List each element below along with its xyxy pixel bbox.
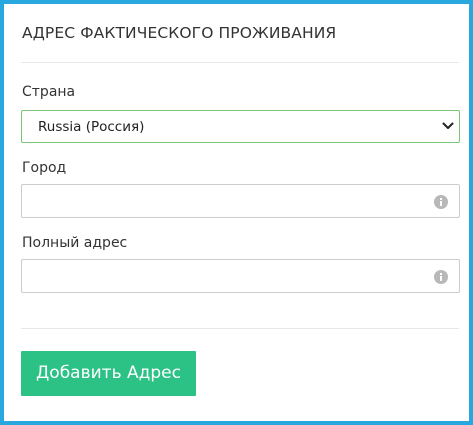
city-input[interactable] — [22, 185, 422, 217]
info-icon — [434, 270, 448, 284]
section-title: АДРЕС ФАКТИЧЕСКОГО ПРОЖИВАНИЯ — [22, 24, 337, 42]
full-address-label: Полный адрес — [22, 235, 128, 251]
chevron-down-icon — [442, 122, 454, 129]
title-divider — [21, 62, 459, 63]
form-divider — [21, 328, 459, 329]
country-select-value: Russia (Россия) — [38, 119, 145, 135]
address-form-panel: АДРЕС ФАКТИЧЕСКОГО ПРОЖИВАНИЯ Страна Rus… — [0, 0, 473, 425]
city-field — [21, 184, 460, 218]
country-label: Страна — [22, 84, 76, 100]
country-select[interactable]: Russia (Россия) — [21, 110, 460, 143]
full-address-field — [21, 259, 460, 293]
add-address-button[interactable]: Добавить Адрес — [21, 351, 196, 396]
full-address-input[interactable] — [22, 260, 422, 292]
info-icon — [434, 195, 448, 209]
city-label: Город — [22, 160, 67, 176]
